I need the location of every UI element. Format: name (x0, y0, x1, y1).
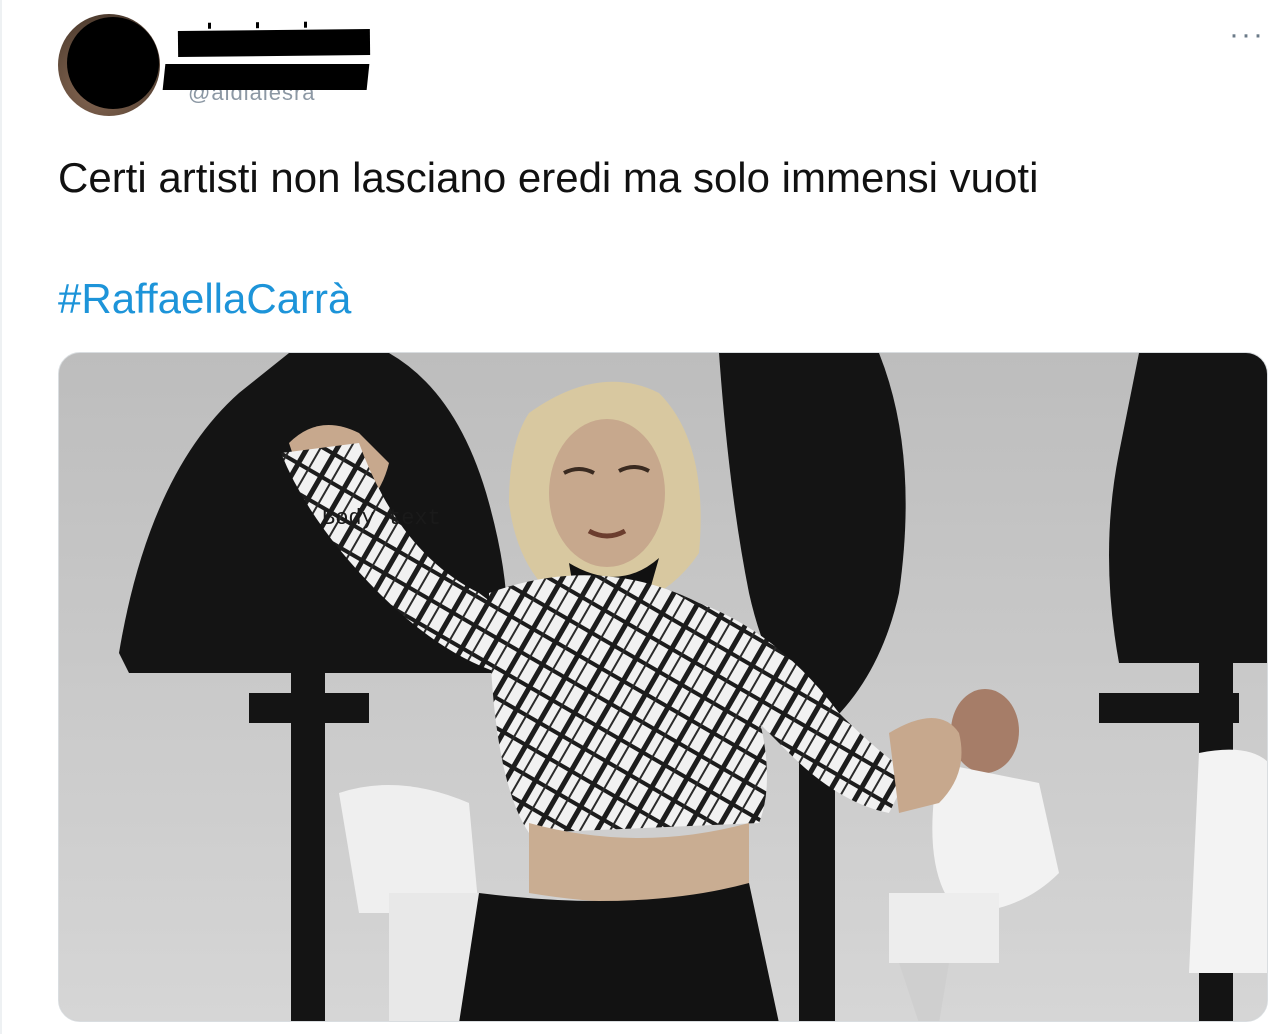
photo-illustration (59, 353, 1267, 1021)
avatar-redaction (67, 17, 159, 109)
tweet-media-photo[interactable] (58, 352, 1268, 1022)
display-name-redaction (177, 28, 371, 58)
tweet-text: Certi artisti non lasciano eredi ma solo… (58, 154, 1039, 201)
more-horizontal-icon[interactable]: ··· (1220, 20, 1274, 52)
author-avatar[interactable] (58, 14, 160, 116)
media-overlay-label: Body text (322, 506, 441, 531)
hashtag-link[interactable]: #RaffaellaCarrà (58, 275, 351, 323)
handle-redaction (162, 64, 370, 90)
tweet-card[interactable]: @aidiaiesra ··· Certi artisti non lascia… (0, 0, 1280, 1034)
